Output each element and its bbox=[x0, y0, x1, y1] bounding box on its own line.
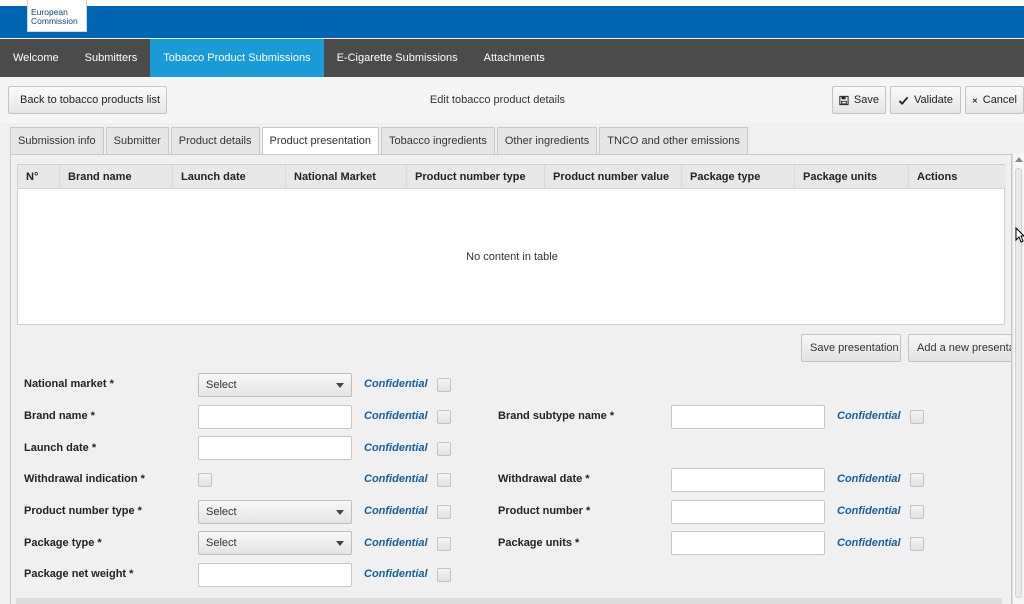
column-actions[interactable]: Actions bbox=[908, 165, 1006, 189]
cancel-label: Cancel bbox=[982, 94, 1017, 106]
package-net-weight-input[interactable] bbox=[198, 563, 352, 587]
withdrawal-indication-confidential-checkbox[interactable] bbox=[437, 473, 451, 487]
product-number-confidential-label: Confidential bbox=[837, 505, 901, 517]
launch-date-input[interactable] bbox=[198, 436, 352, 460]
main-nav: Welcome Submitters Tobacco Product Submi… bbox=[0, 39, 1024, 77]
product-number-type-select-value: Select bbox=[206, 506, 237, 518]
tab-submission-info[interactable]: Submission info bbox=[10, 127, 104, 154]
back-to-list-button[interactable]: Back to tobacco products list bbox=[8, 86, 167, 114]
logo-line-2: Commission bbox=[31, 16, 78, 26]
brand-name-label: Brand name * bbox=[24, 410, 95, 422]
national-market-confidential-checkbox[interactable] bbox=[437, 378, 451, 392]
product-number-confidential-checkbox[interactable] bbox=[910, 505, 924, 519]
national-market-confidential-label: Confidential bbox=[364, 378, 428, 390]
back-to-list-label: Back to tobacco products list bbox=[20, 94, 161, 106]
launch-date-confidential-checkbox[interactable] bbox=[437, 442, 451, 456]
chevron-down-icon bbox=[336, 383, 344, 388]
national-market-select-value: Select bbox=[206, 379, 237, 391]
mouse-cursor-icon bbox=[1015, 227, 1024, 243]
package-type-select-value: Select bbox=[206, 537, 237, 549]
nav-submitters[interactable]: Submitters bbox=[72, 39, 151, 77]
page-title: Edit tobacco product details bbox=[429, 94, 566, 106]
product-number-type-confidential-label: Confidential bbox=[364, 505, 428, 517]
package-units-confidential-label: Confidential bbox=[837, 537, 901, 549]
save-button[interactable]: Save bbox=[832, 86, 886, 114]
product-number-type-label: Product number type * bbox=[24, 505, 142, 517]
chevron-down-icon bbox=[336, 510, 344, 515]
header-bar: European Commission bbox=[0, 0, 1024, 38]
tab-tobacco-ingredients[interactable]: Tobacco ingredients bbox=[381, 127, 495, 154]
close-icon bbox=[972, 97, 978, 103]
chevron-down-icon bbox=[336, 541, 344, 546]
save-label: Save bbox=[853, 94, 879, 106]
european-commission-logo[interactable]: European Commission bbox=[27, 0, 87, 32]
package-units-confidential-checkbox[interactable] bbox=[910, 537, 924, 551]
nav-attachments[interactable]: Attachments bbox=[471, 39, 558, 77]
nav-welcome[interactable]: Welcome bbox=[0, 39, 72, 77]
brand-subtype-confidential-checkbox[interactable] bbox=[910, 410, 924, 424]
withdrawal-date-confidential-label: Confidential bbox=[837, 473, 901, 485]
package-units-input[interactable] bbox=[671, 531, 825, 555]
nav-e-cigarette-submissions[interactable]: E-Cigarette Submissions bbox=[324, 39, 471, 77]
next-section-edge bbox=[16, 598, 1002, 604]
brand-name-confidential-label: Confidential bbox=[364, 410, 428, 422]
column-package-units[interactable]: Package units bbox=[794, 165, 908, 189]
table-header: N° Brand name Launch date National Marke… bbox=[18, 165, 1006, 189]
floppy-disk-icon bbox=[839, 95, 849, 105]
withdrawal-date-confidential-checkbox[interactable] bbox=[910, 473, 924, 487]
tab-bar: Submission info Submitter Product detail… bbox=[10, 127, 748, 155]
package-net-weight-confidential-checkbox[interactable] bbox=[437, 568, 451, 582]
national-market-label: National market * bbox=[24, 378, 114, 390]
header-top-strip bbox=[0, 0, 1024, 6]
save-presentation-button[interactable]: Save presentation bbox=[801, 334, 901, 362]
brand-subtype-name-input[interactable] bbox=[671, 405, 825, 429]
add-new-presentation-button[interactable]: Add a new presentation bbox=[908, 334, 1011, 362]
national-market-select[interactable]: Select bbox=[198, 373, 352, 397]
validate-button[interactable]: Validate bbox=[890, 86, 961, 114]
column-package-type[interactable]: Package type bbox=[681, 165, 794, 189]
tab-other-ingredients[interactable]: Other ingredients bbox=[496, 127, 598, 154]
tab-tnco-emissions[interactable]: TNCO and other emissions bbox=[599, 127, 748, 154]
product-number-type-confidential-checkbox[interactable] bbox=[437, 505, 451, 519]
package-type-select[interactable]: Select bbox=[198, 531, 352, 555]
withdrawal-indication-confidential-label: Confidential bbox=[364, 473, 428, 485]
launch-date-confidential-label: Confidential bbox=[364, 442, 428, 454]
tab-product-details[interactable]: Product details bbox=[170, 127, 260, 154]
withdrawal-date-label: Withdrawal date * bbox=[498, 473, 590, 485]
withdrawal-date-input[interactable] bbox=[671, 468, 825, 492]
package-type-confidential-label: Confidential bbox=[364, 537, 428, 549]
column-product-number-type[interactable]: Product number type bbox=[406, 165, 544, 189]
column-national-market[interactable]: National Market bbox=[285, 165, 406, 189]
brand-subtype-confidential-label: Confidential bbox=[837, 410, 901, 422]
package-net-weight-label: Package net weight * bbox=[24, 568, 134, 580]
product-number-input[interactable] bbox=[671, 500, 825, 524]
validate-label: Validate bbox=[914, 94, 953, 106]
column-brand-name[interactable]: Brand name bbox=[59, 165, 172, 189]
cancel-button[interactable]: Cancel bbox=[965, 86, 1024, 114]
package-units-label: Package units * bbox=[498, 537, 580, 549]
product-number-label: Product number * bbox=[498, 505, 591, 517]
presentations-table: N° Brand name Launch date National Marke… bbox=[17, 164, 1006, 325]
brand-subtype-name-label: Brand subtype name * bbox=[498, 410, 615, 422]
checkmark-icon bbox=[898, 96, 909, 105]
product-number-type-select[interactable]: Select bbox=[198, 500, 352, 524]
withdrawal-indication-checkbox[interactable] bbox=[198, 473, 212, 487]
scroll-up-arrow-icon[interactable] bbox=[1015, 157, 1023, 162]
column-product-number-value[interactable]: Product number value bbox=[544, 165, 681, 189]
brand-name-input[interactable] bbox=[198, 405, 352, 429]
package-net-weight-confidential-label: Confidential bbox=[364, 568, 428, 580]
column-number[interactable]: N° bbox=[18, 165, 60, 189]
package-type-confidential-checkbox[interactable] bbox=[437, 537, 451, 551]
tab-submitter[interactable]: Submitter bbox=[105, 127, 169, 154]
withdrawal-indication-label: Withdrawal indication * bbox=[24, 473, 145, 485]
brand-name-confidential-checkbox[interactable] bbox=[437, 410, 451, 424]
package-type-label: Package type * bbox=[24, 537, 102, 549]
vertical-scrollbar[interactable] bbox=[1012, 154, 1024, 604]
empty-table-message: No content in table bbox=[466, 251, 558, 263]
column-launch-date[interactable]: Launch date bbox=[172, 165, 285, 189]
tab-product-presentation[interactable]: Product presentation bbox=[261, 127, 380, 155]
nav-tobacco-product-submissions[interactable]: Tobacco Product Submissions bbox=[150, 39, 324, 77]
launch-date-label: Launch date * bbox=[24, 442, 97, 454]
